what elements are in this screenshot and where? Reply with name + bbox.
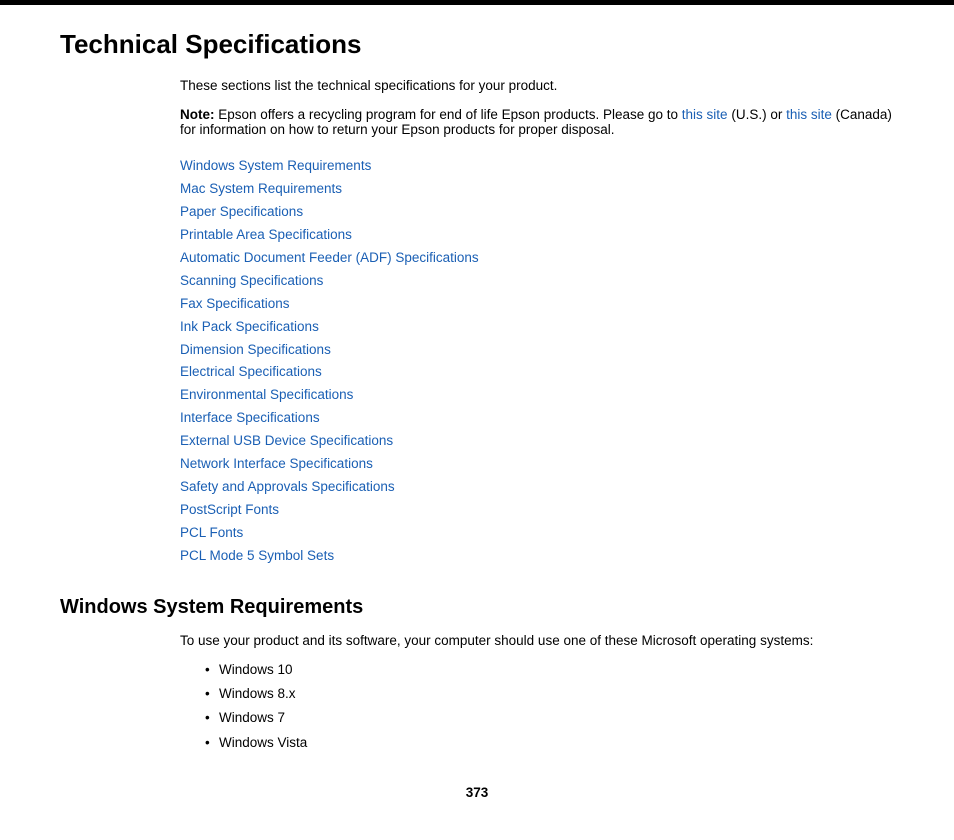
toc-item[interactable]: Environmental Specifications (180, 384, 894, 407)
note-text-before-link1: Epson offers a recycling program for end… (218, 107, 682, 122)
toc-item[interactable]: PostScript Fonts (180, 499, 894, 522)
note-text-between-links: (U.S.) or (731, 107, 786, 122)
toc-item[interactable]: Dimension Specifications (180, 339, 894, 362)
page-container: Technical Specifications These sections … (0, 0, 954, 840)
toc-item[interactable]: Automatic Document Feeder (ADF) Specific… (180, 247, 894, 270)
note-block: Note: Epson offers a recycling program f… (180, 107, 894, 137)
toc-item[interactable]: Fax Specifications (180, 293, 894, 316)
toc-item[interactable]: Interface Specifications (180, 407, 894, 430)
windows-section-intro: To use your product and its software, yo… (180, 633, 894, 648)
content-area: Technical Specifications These sections … (0, 29, 954, 840)
toc-item[interactable]: Printable Area Specifications (180, 224, 894, 247)
intro-text: These sections list the technical specif… (180, 78, 894, 93)
toc-item[interactable]: PCL Fonts (180, 522, 894, 545)
toc-item[interactable]: Electrical Specifications (180, 361, 894, 384)
bullet-item: Windows 7 (205, 706, 894, 730)
recycling-link-us[interactable]: this site (682, 107, 728, 122)
toc-item[interactable]: Windows System Requirements (180, 155, 894, 178)
page-number: 373 (60, 785, 894, 800)
toc-item[interactable]: Network Interface Specifications (180, 453, 894, 476)
toc-item[interactable]: Paper Specifications (180, 201, 894, 224)
toc-item[interactable]: Safety and Approvals Specifications (180, 476, 894, 499)
bullet-item: Windows 10 (205, 658, 894, 682)
windows-section-title: Windows System Requirements (60, 596, 894, 619)
note-label: Note: (180, 107, 215, 122)
toc-item[interactable]: Ink Pack Specifications (180, 316, 894, 339)
windows-bullet-list: Windows 10Windows 8.xWindows 7Windows Vi… (205, 658, 894, 755)
bullet-item: Windows 8.x (205, 682, 894, 706)
toc-item[interactable]: External USB Device Specifications (180, 430, 894, 453)
toc-item[interactable]: PCL Mode 5 Symbol Sets (180, 545, 894, 568)
page-title: Technical Specifications (60, 29, 894, 60)
top-rule (0, 0, 954, 5)
toc-item[interactable]: Scanning Specifications (180, 270, 894, 293)
recycling-link-canada[interactable]: this site (786, 107, 832, 122)
bullet-item: Windows Vista (205, 731, 894, 755)
toc-item[interactable]: Mac System Requirements (180, 178, 894, 201)
toc-list: Windows System RequirementsMac System Re… (180, 155, 894, 568)
